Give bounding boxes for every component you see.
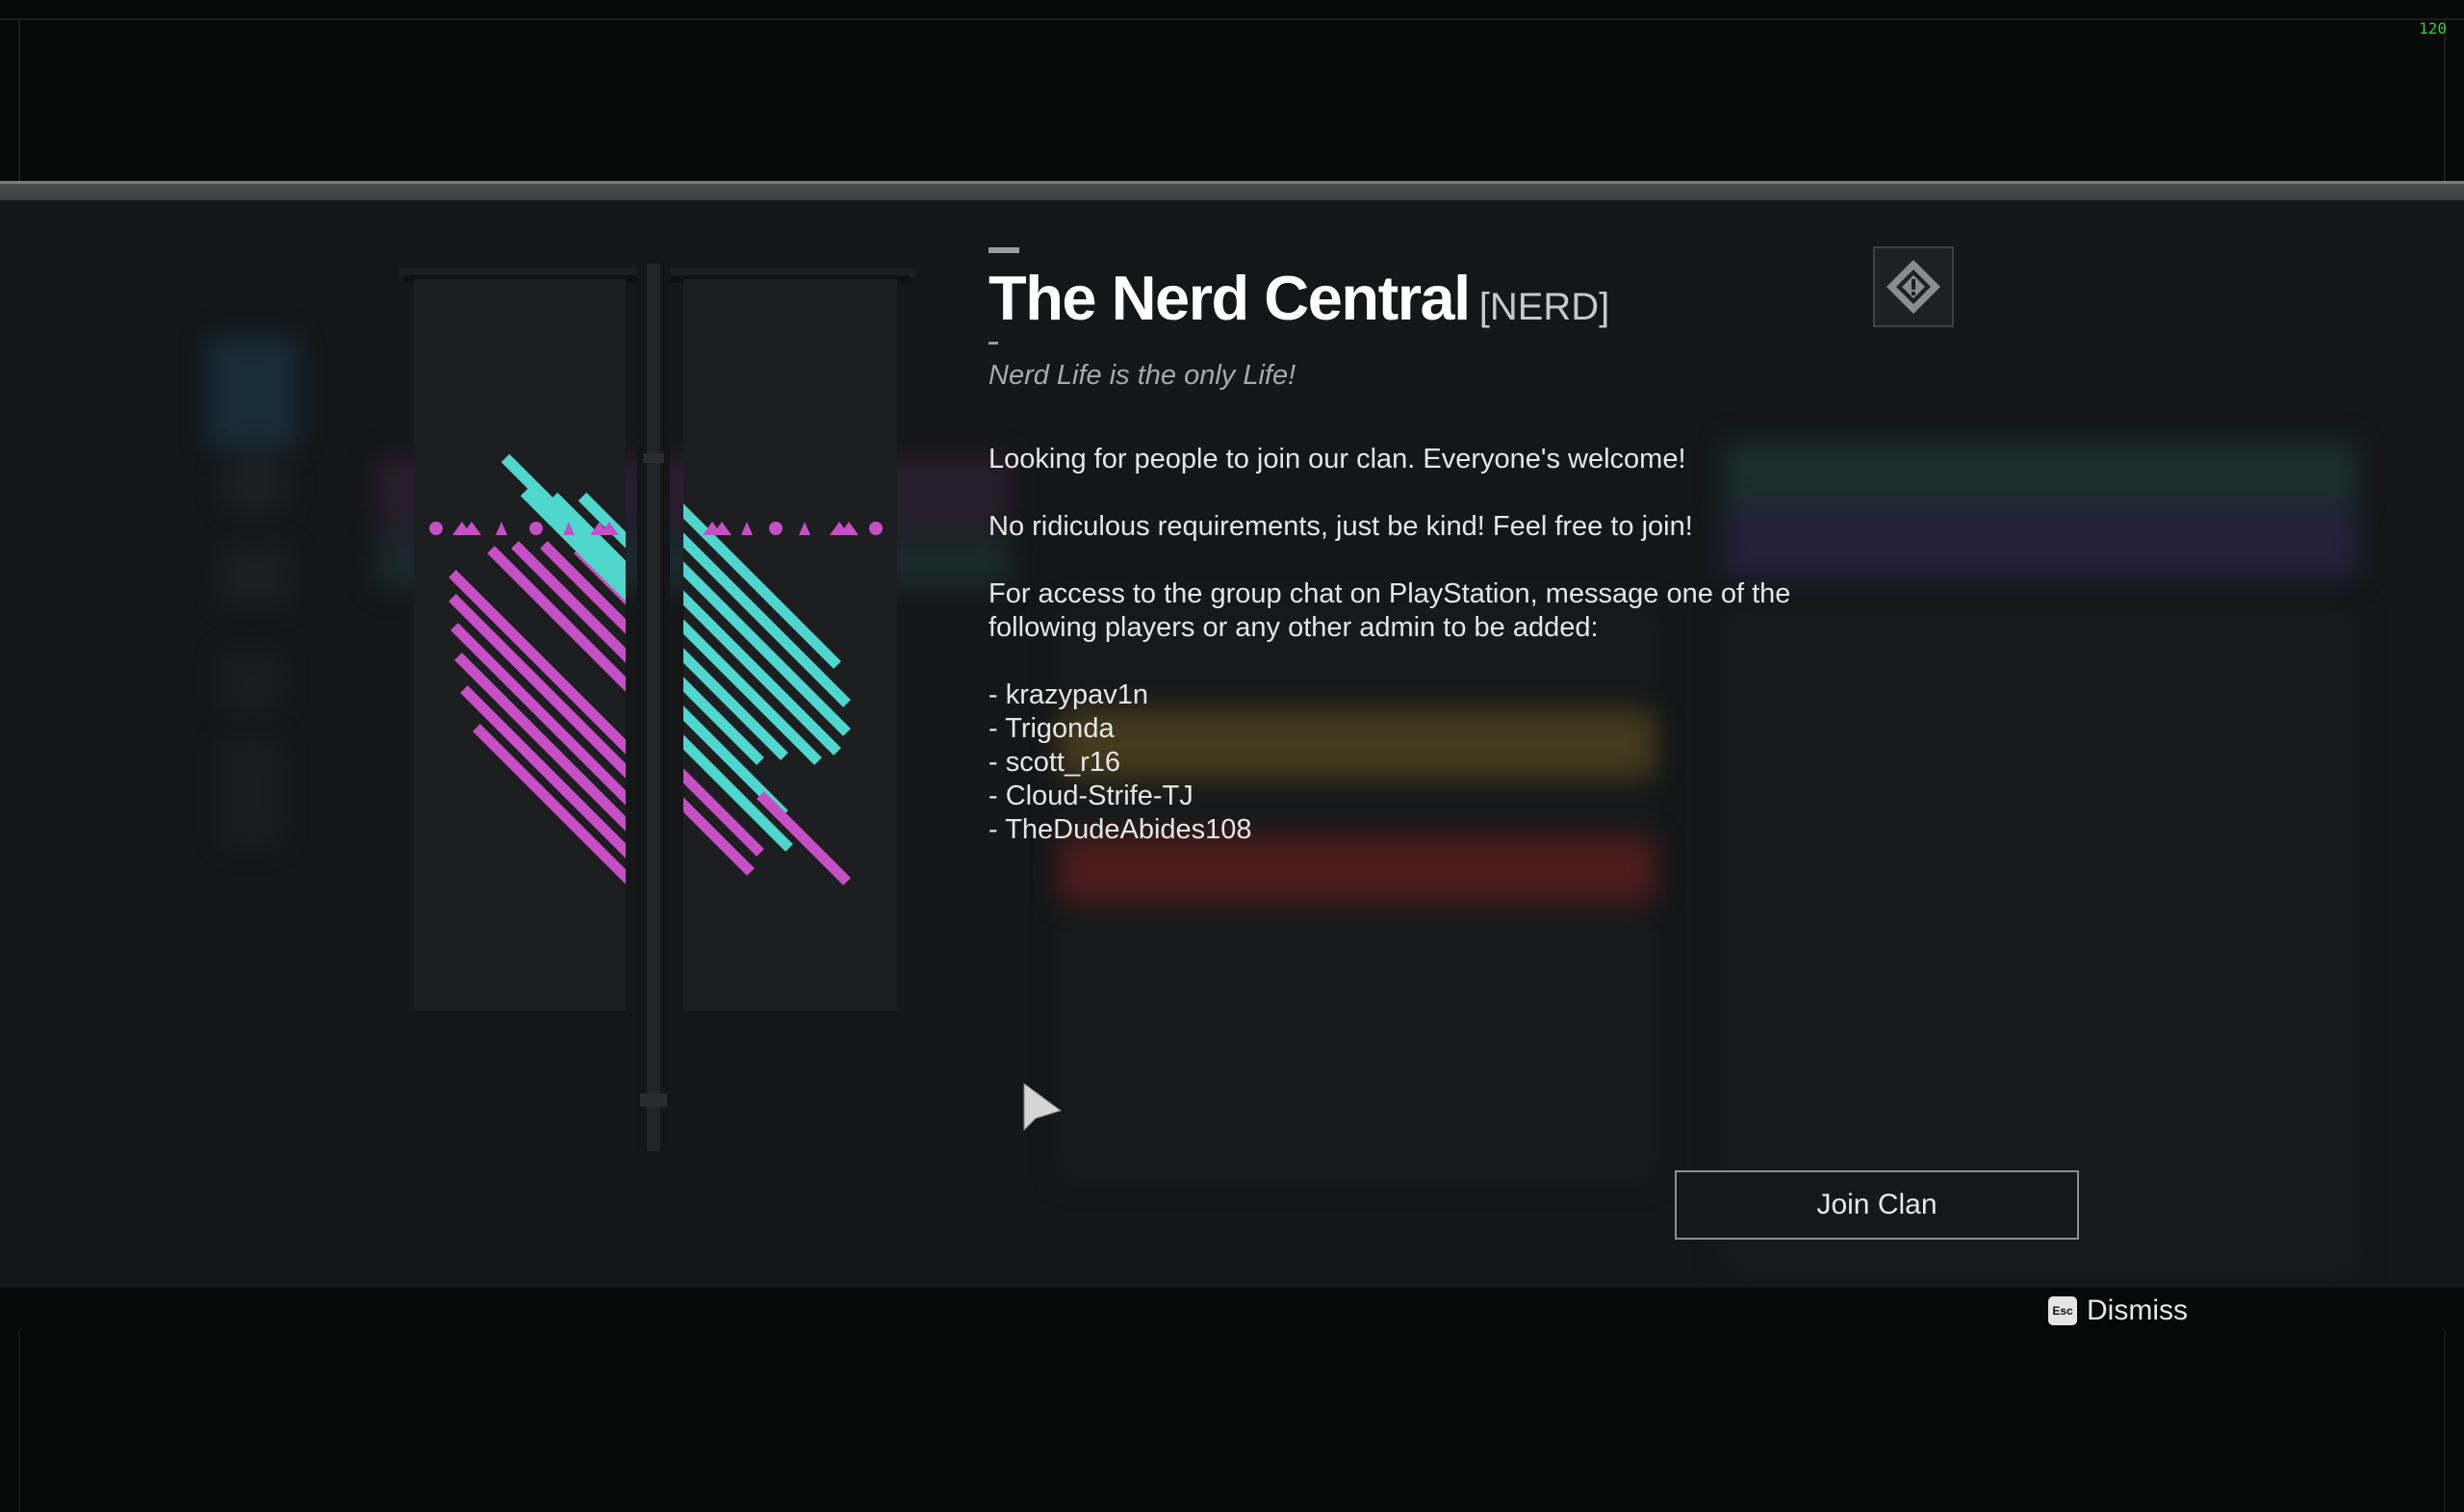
contact-item: - Trigonda: [988, 713, 1115, 744]
description-line: No ridiculous requirements, just be kind…: [988, 511, 1693, 542]
esc-key-icon: Esc: [2048, 1296, 2077, 1325]
mouse-cursor-icon: [1022, 1082, 1065, 1139]
dismiss-button[interactable]: Esc Dismiss: [2048, 1292, 2188, 1330]
contact-item: - TheDudeAbides108: [988, 814, 1252, 845]
diamond-alert-icon[interactable]: [1873, 246, 1954, 327]
top-strip: 120: [0, 0, 2464, 181]
clan-description: Looking for people to join our clan. Eve…: [988, 443, 1835, 847]
clan-motto: Nerd Life is the only Life!: [988, 360, 1296, 391]
clan-name: The Nerd Central: [988, 263, 1471, 333]
dismiss-label: Dismiss: [2087, 1294, 2188, 1326]
clan-title: The Nerd Central [NERD]: [988, 262, 1609, 334]
fps-counter: 120: [2419, 19, 2447, 38]
title-accent-line: [988, 247, 1019, 253]
description-line: For access to the group chat on PlayStat…: [988, 578, 1791, 643]
clan-invite-screen: 120 The Nerd Central [NERD] Nerd Life is…: [0, 0, 2464, 1512]
clan-banner: [395, 256, 919, 1151]
clan-tag: [NERD]: [1478, 286, 1610, 328]
clan-detail-modal: The Nerd Central [NERD] Nerd Life is the …: [0, 200, 2464, 1288]
modal-top-divider: [0, 181, 2464, 200]
contact-list: - krazypav1n - Trigonda - scott_r16 - Cl…: [988, 679, 1835, 847]
description-line: Looking for people to join our clan. Eve…: [988, 444, 1686, 474]
contact-item: - Cloud-Strife-TJ: [988, 781, 1194, 811]
contact-item: - krazypav1n: [988, 679, 1149, 710]
contact-item: - scott_r16: [988, 747, 1120, 778]
motto-accent-line: [988, 342, 998, 345]
join-clan-button[interactable]: Join Clan: [1675, 1170, 2079, 1240]
